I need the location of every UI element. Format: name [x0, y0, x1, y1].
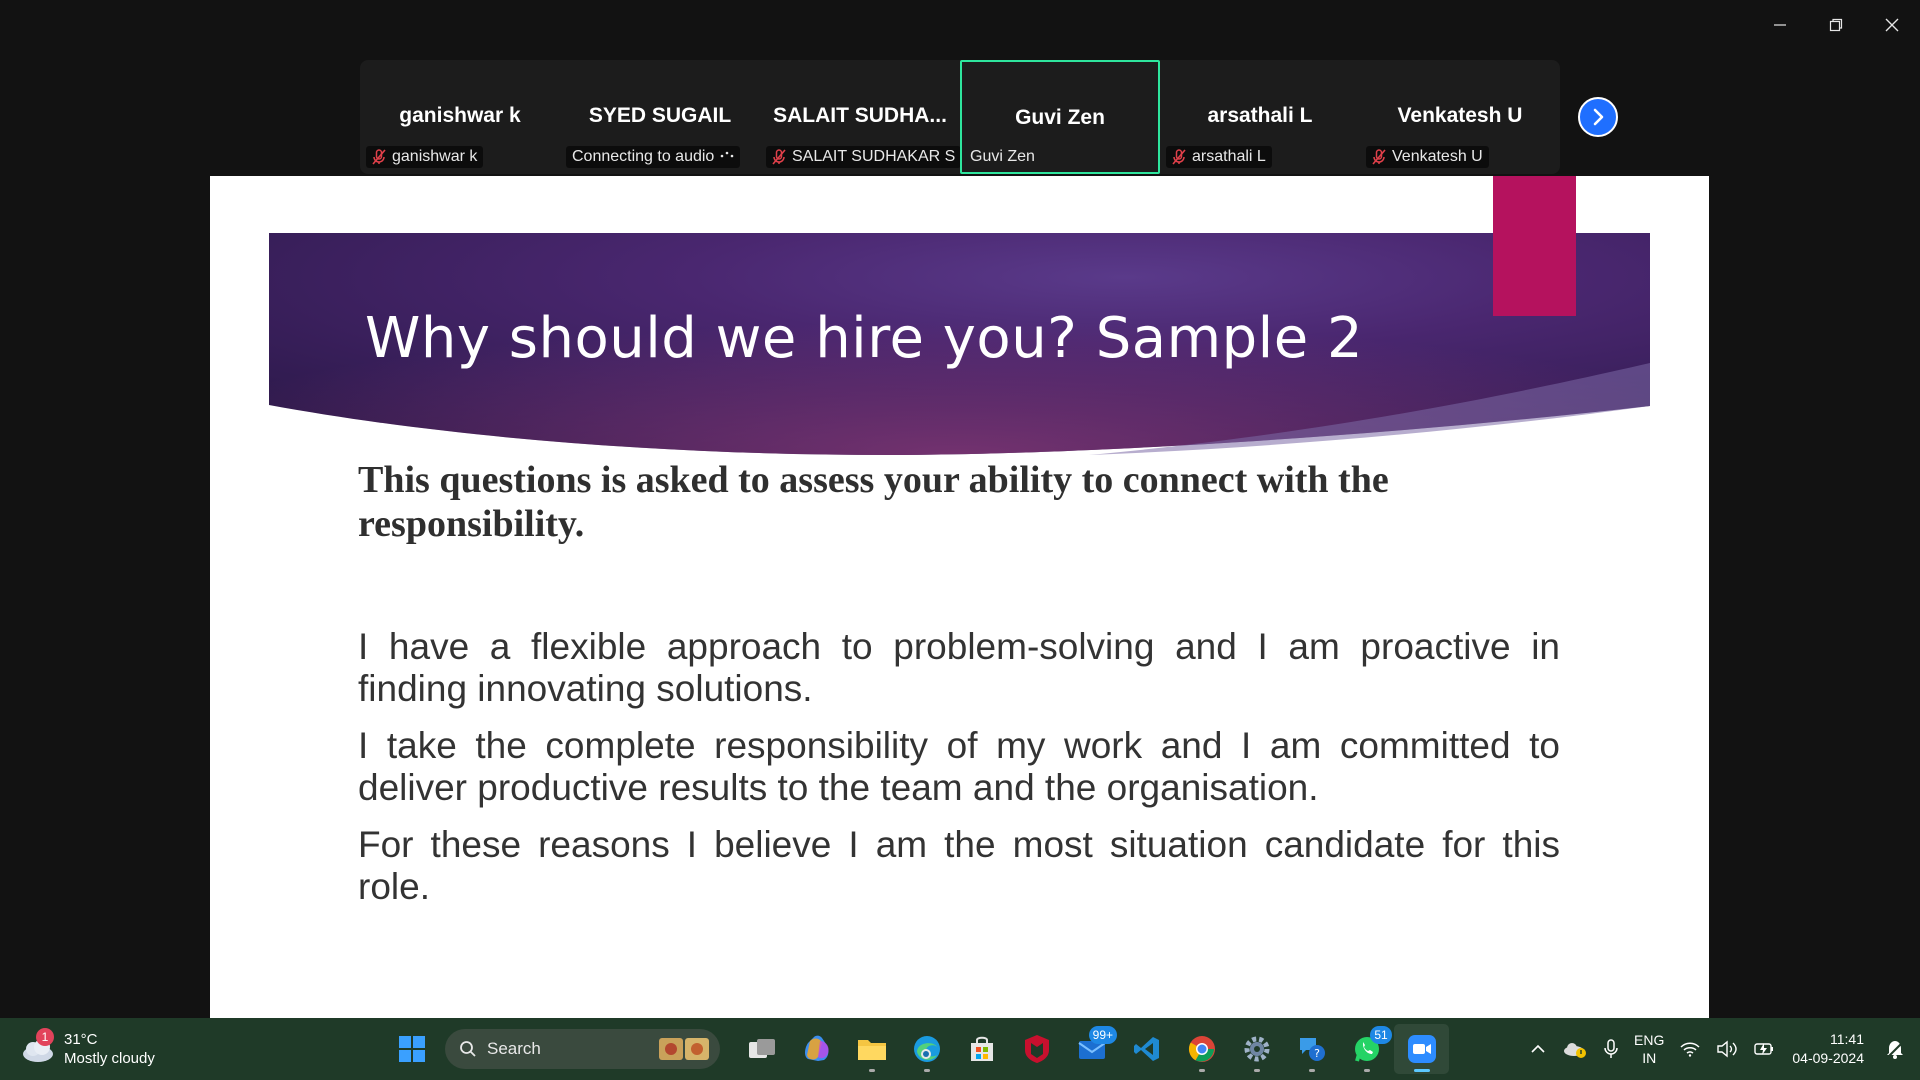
- mic-muted-icon: [1372, 149, 1386, 165]
- slide-lead-text: This questions is asked to assess your a…: [358, 459, 1389, 545]
- window-controls: [1752, 0, 1920, 50]
- clock-date: 04-09-2024: [1792, 1050, 1864, 1066]
- participant-tile[interactable]: arsathali L arsathali L: [1160, 60, 1360, 174]
- language-indicator[interactable]: ENG IN: [1626, 1018, 1672, 1080]
- mail-badge: 99+: [1088, 1026, 1117, 1044]
- system-tray: ENG IN 11:41 04-09-2024: [1522, 1018, 1920, 1080]
- search-highlight-icon: [659, 1038, 709, 1060]
- chevron-up-icon[interactable]: [1522, 1018, 1554, 1080]
- zoom-meeting-window: ganishwar k ganishwar k SYED SUGAIL Conn…: [0, 0, 1920, 1080]
- participant-name: ganishwar k: [399, 104, 521, 127]
- participant-name: Venkatesh U: [1397, 104, 1523, 127]
- mic-muted-icon: [372, 149, 386, 165]
- settings-icon[interactable]: [1229, 1024, 1284, 1074]
- windows-taskbar: 1 31°C Mostly cloudy Search 99+ ? 51 ENG…: [0, 1018, 1920, 1080]
- search-icon: [460, 1041, 476, 1057]
- participant-name: SYED SUGAIL: [588, 104, 732, 127]
- slide-body: I have a flexible approach to problem-so…: [358, 626, 1560, 923]
- mcafee-icon[interactable]: [1009, 1024, 1064, 1074]
- copilot-icon[interactable]: [789, 1024, 844, 1074]
- participant-label: Venkatesh U: [1366, 146, 1489, 168]
- participant-label: SALAIT SUDHAKAR S: [766, 146, 962, 168]
- battery-charging-icon[interactable]: [1746, 1018, 1784, 1080]
- mail-icon[interactable]: 99+: [1064, 1024, 1119, 1074]
- participant-name: arsathali L: [1207, 104, 1313, 127]
- restore-icon[interactable]: [1808, 0, 1864, 50]
- weather-condition: Mostly cloudy: [64, 1050, 155, 1067]
- file-explorer-icon[interactable]: [844, 1024, 899, 1074]
- help-icon[interactable]: ?: [1284, 1024, 1339, 1074]
- mic-muted-icon: [1172, 149, 1186, 165]
- wifi-icon[interactable]: [1672, 1018, 1708, 1080]
- vscode-icon[interactable]: [1119, 1024, 1174, 1074]
- accent-tab: [1493, 176, 1576, 316]
- participant-label: Guvi Zen: [970, 148, 1035, 165]
- windows-start-icon[interactable]: [384, 1024, 439, 1074]
- participant-tile[interactable]: Venkatesh U Venkatesh U: [1360, 60, 1560, 174]
- connecting-dots-icon: [720, 148, 734, 166]
- microphone-icon[interactable]: [1596, 1018, 1626, 1080]
- clock-time: 11:41: [1830, 1031, 1864, 1047]
- edge-icon[interactable]: [899, 1024, 954, 1074]
- taskbar-search[interactable]: Search: [445, 1029, 720, 1069]
- zoom-icon[interactable]: [1394, 1024, 1449, 1074]
- shared-screen-slide: Why should we hire you? Sample 2 This qu…: [210, 176, 1709, 1018]
- task-view-icon[interactable]: [734, 1024, 789, 1074]
- weather-temp: 31°C: [64, 1031, 98, 1048]
- whatsapp-icon[interactable]: 51: [1339, 1024, 1394, 1074]
- weather-widget[interactable]: 1 31°C Mostly cloudy: [20, 1026, 155, 1072]
- participant-tile[interactable]: SYED SUGAIL Connecting to audio: [560, 60, 760, 174]
- next-page-button[interactable]: [1578, 97, 1618, 137]
- onedrive-warning-icon[interactable]: [1554, 1018, 1596, 1080]
- close-icon[interactable]: [1864, 0, 1920, 50]
- chevron-right-icon: [1593, 108, 1604, 126]
- participant-tile-active-speaker[interactable]: Guvi Zen Guvi Zen: [960, 60, 1160, 174]
- participant-label: Connecting to audio: [566, 146, 741, 168]
- mic-muted-icon: [772, 149, 786, 165]
- participant-gallery: ganishwar k ganishwar k SYED SUGAIL Conn…: [360, 60, 1560, 174]
- participant-label: arsathali L: [1166, 146, 1272, 168]
- minimize-icon[interactable]: [1752, 0, 1808, 50]
- slide-paragraph: I take the complete responsibility of my…: [358, 725, 1560, 808]
- search-placeholder: Search: [487, 1039, 541, 1058]
- whatsapp-badge: 51: [1370, 1026, 1392, 1044]
- chrome-icon[interactable]: [1174, 1024, 1229, 1074]
- slide-paragraph: For these reasons I believe I am the mos…: [358, 824, 1560, 907]
- participant-name: SALAIT SUDHA...: [773, 104, 947, 127]
- participant-tile[interactable]: SALAIT SUDHA... SALAIT SUDHAKAR S: [760, 60, 962, 174]
- participant-label: ganishwar k: [366, 146, 484, 168]
- store-icon[interactable]: [954, 1024, 1009, 1074]
- svg-text:?: ?: [1314, 1047, 1320, 1060]
- slide-title: Why should we hire you? Sample 2: [365, 306, 1364, 371]
- cloudy-weather-icon: 1: [20, 1028, 56, 1064]
- slide-paragraph: I have a flexible approach to problem-so…: [358, 626, 1560, 709]
- clock[interactable]: 11:41 04-09-2024: [1784, 1018, 1878, 1080]
- volume-icon[interactable]: [1708, 1018, 1746, 1080]
- taskbar-apps: Search 99+ ? 51: [384, 1024, 1449, 1074]
- participant-name: Guvi Zen: [1015, 106, 1105, 129]
- participant-tile[interactable]: ganishwar k ganishwar k: [360, 60, 560, 174]
- notification-bell-icon[interactable]: [1878, 1018, 1920, 1080]
- weather-badge: 1: [36, 1028, 54, 1046]
